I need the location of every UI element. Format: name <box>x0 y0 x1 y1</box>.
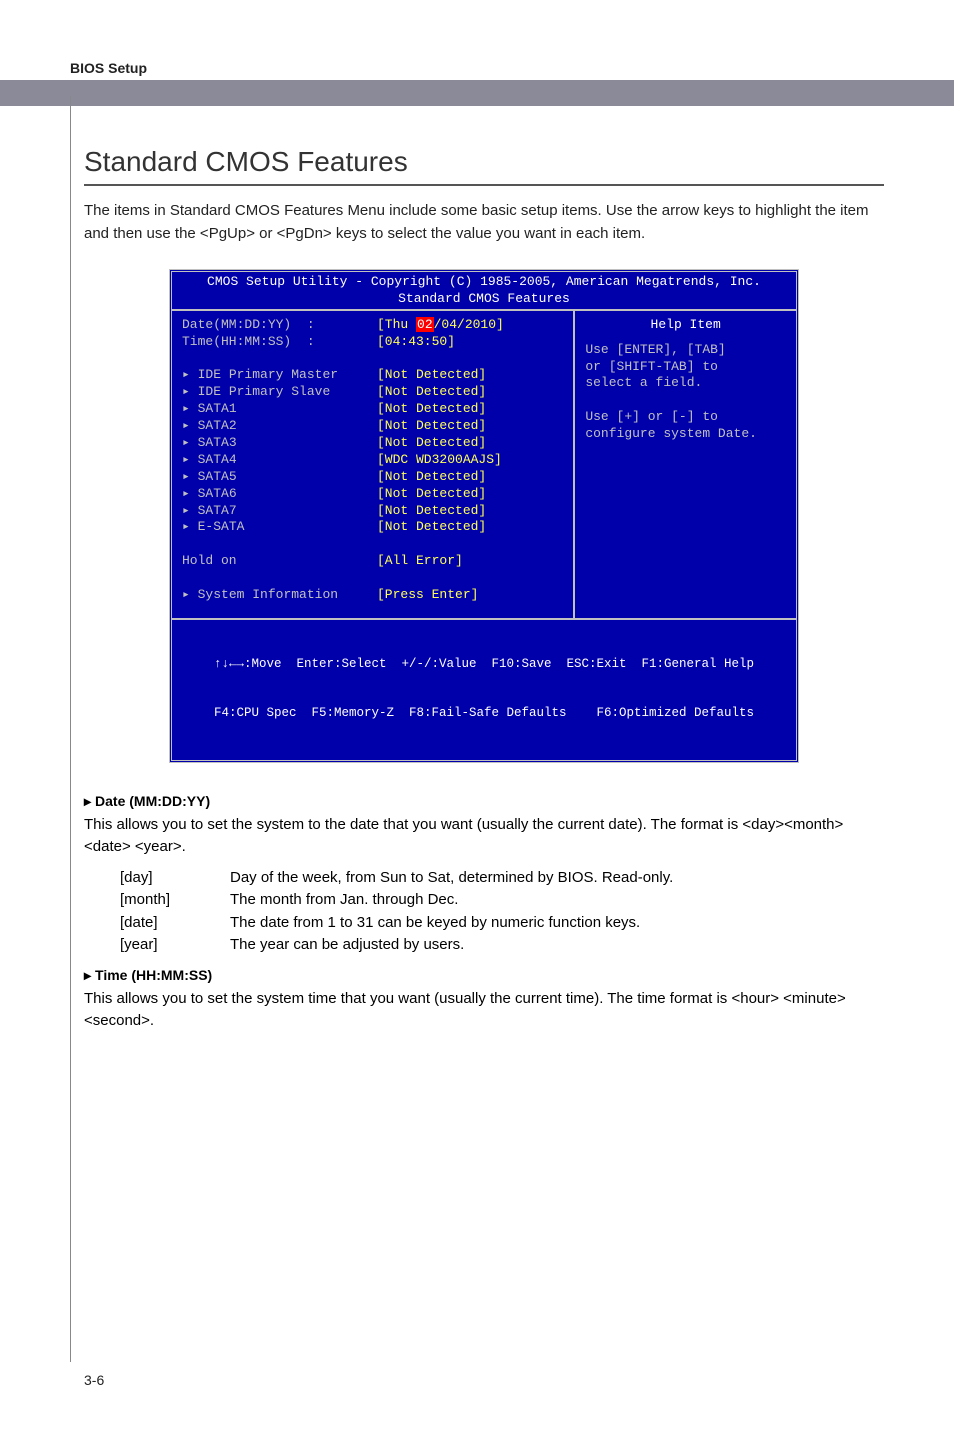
bios-row <box>182 570 563 587</box>
definition-key: [date] <box>120 912 230 935</box>
bios-row: ▸ SATA4[WDC WD3200AAJS] <box>182 452 563 469</box>
definition-key: [month] <box>120 889 230 912</box>
bios-row-label: ▸ SATA5 <box>182 469 377 486</box>
bios-row-label: ▸ SATA1 <box>182 401 377 418</box>
bios-row <box>182 351 563 368</box>
bios-row: ▸ System Information[Press Enter] <box>182 587 563 604</box>
bios-row: ▸ SATA7[Not Detected] <box>182 503 563 520</box>
bios-row: Date(MM:DD:YY) :[Thu 02/04/2010] <box>182 317 563 334</box>
bios-row-value: [Press Enter] <box>377 587 563 604</box>
definition-row: [month]The month from Jan. through Dec. <box>120 889 884 912</box>
bios-left-pane: Date(MM:DD:YY) :[Thu 02/04/2010]Time(HH:… <box>172 311 573 618</box>
bios-row: ▸ SATA3[Not Detected] <box>182 435 563 452</box>
bios-row-value: [All Error] <box>377 553 563 570</box>
bios-help-line: configure system Date. <box>585 426 786 443</box>
definition-value: The date from 1 to 31 can be keyed by nu… <box>230 912 884 935</box>
header-bar <box>0 80 954 106</box>
bios-selected-value: 02 <box>416 317 434 332</box>
bios-row-label: ▸ IDE Primary Slave <box>182 384 377 401</box>
left-margin-rule <box>70 96 71 1362</box>
bios-row: Hold on[All Error] <box>182 553 563 570</box>
triangle-right-icon: ▸ <box>84 967 91 983</box>
bios-row-label: Date(MM:DD:YY) : <box>182 317 377 334</box>
bios-help-line: or [SHIFT-TAB] to <box>585 359 786 376</box>
definition-list: [day]Day of the week, from Sun to Sat, d… <box>120 867 884 957</box>
definition-value: The month from Jan. through Dec. <box>230 889 884 912</box>
bios-title-line2: Standard CMOS Features <box>172 291 796 308</box>
bios-row: ▸ IDE Primary Slave[Not Detected] <box>182 384 563 401</box>
bios-help-line: Use [+] or [-] to <box>585 409 786 426</box>
bios-help-pane: Help Item Use [ENTER], [TAB]or [SHIFT-TA… <box>573 311 796 618</box>
bios-help-title: Help Item <box>585 317 786 334</box>
bios-row: Time(HH:MM:SS) :[04:43:50] <box>182 334 563 351</box>
section-body: This allows you to set the system to the… <box>84 814 884 859</box>
bios-footer-line1: ↑↓←→:Move Enter:Select +/-/:Value F10:Sa… <box>178 656 790 672</box>
bios-row-label: ▸ SATA6 <box>182 486 377 503</box>
bios-row-value: [Not Detected] <box>377 503 563 520</box>
bios-row-label: ▸ SATA4 <box>182 452 377 469</box>
triangle-right-icon: ▸ <box>84 793 91 809</box>
section-heading: ▸Time (HH:MM:SS) <box>84 967 884 984</box>
intro-paragraph: The items in Standard CMOS Features Menu… <box>84 200 884 245</box>
bios-help-line: Use [ENTER], [TAB] <box>585 342 786 359</box>
bios-row-value: [Not Detected] <box>377 367 563 384</box>
bios-row-value: [Not Detected] <box>377 401 563 418</box>
bios-row-value: [Not Detected] <box>377 384 563 401</box>
bios-row-label: ▸ IDE Primary Master <box>182 367 377 384</box>
bios-row: ▸ IDE Primary Master[Not Detected] <box>182 367 563 384</box>
bios-row-value: [Not Detected] <box>377 469 563 486</box>
bios-help-line: select a field. <box>585 375 786 392</box>
bios-row-value: [Not Detected] <box>377 435 563 452</box>
title-underline <box>84 184 884 186</box>
bios-row-value: [Thu 02/04/2010] <box>377 317 563 334</box>
bios-row-label: ▸ SATA2 <box>182 418 377 435</box>
bios-row-value: [Not Detected] <box>377 486 563 503</box>
page-number: 3-6 <box>84 1372 104 1388</box>
header-label: BIOS Setup <box>70 60 884 76</box>
bios-screenshot: CMOS Setup Utility - Copyright (C) 1985-… <box>169 269 799 763</box>
definition-value: The year can be adjusted by users. <box>230 934 884 957</box>
bios-row <box>182 536 563 553</box>
bios-row-label: Hold on <box>182 553 377 570</box>
page-title: Standard CMOS Features <box>84 146 884 178</box>
bios-row-value: [WDC WD3200AAJS] <box>377 452 563 469</box>
bios-row: ▸ SATA5[Not Detected] <box>182 469 563 486</box>
definition-row: [year]The year can be adjusted by users. <box>120 934 884 957</box>
bios-row-value: [Not Detected] <box>377 519 563 536</box>
definition-value: Day of the week, from Sun to Sat, determ… <box>230 867 884 890</box>
bios-row-value: [Not Detected] <box>377 418 563 435</box>
bios-help-line <box>585 392 786 409</box>
bios-row-label: ▸ E-SATA <box>182 519 377 536</box>
bios-row: ▸ SATA1[Not Detected] <box>182 401 563 418</box>
section-body: This allows you to set the system time t… <box>84 988 884 1033</box>
bios-row-label: ▸ SATA3 <box>182 435 377 452</box>
bios-footer-line2: F4:CPU Spec F5:Memory-Z F8:Fail-Safe Def… <box>178 705 790 721</box>
section-heading: ▸Date (MM:DD:YY) <box>84 793 884 810</box>
bios-row-label: Time(HH:MM:SS) : <box>182 334 377 351</box>
definition-key: [day] <box>120 867 230 890</box>
bios-row: ▸ E-SATA[Not Detected] <box>182 519 563 536</box>
bios-row: ▸ SATA2[Not Detected] <box>182 418 563 435</box>
bios-row-value: [04:43:50] <box>377 334 563 351</box>
definition-key: [year] <box>120 934 230 957</box>
bios-footer: ↑↓←→:Move Enter:Select +/-/:Value F10:Sa… <box>172 620 796 760</box>
bios-title: CMOS Setup Utility - Copyright (C) 1985-… <box>172 272 796 311</box>
definition-row: [day]Day of the week, from Sun to Sat, d… <box>120 867 884 890</box>
bios-row: ▸ SATA6[Not Detected] <box>182 486 563 503</box>
definition-row: [date]The date from 1 to 31 can be keyed… <box>120 912 884 935</box>
bios-title-line1: CMOS Setup Utility - Copyright (C) 1985-… <box>172 274 796 291</box>
bios-row-label: ▸ SATA7 <box>182 503 377 520</box>
bios-row-label: ▸ System Information <box>182 587 377 604</box>
